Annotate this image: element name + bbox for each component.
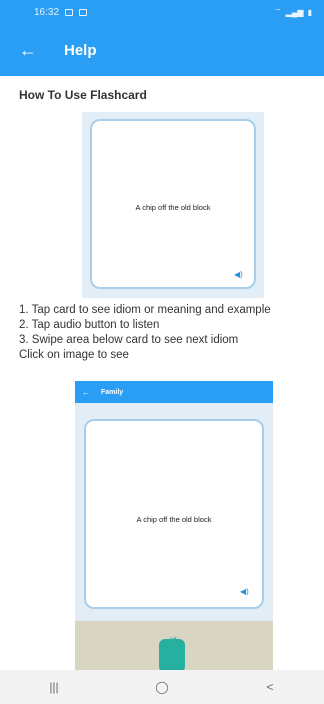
gallery-icon: [65, 8, 74, 16]
status-bar: 16:32 ⌔ ▂▄▆ ▮: [0, 0, 324, 24]
demo-title: Family: [101, 388, 124, 396]
nav-back-button[interactable]: <: [230, 680, 310, 694]
arrow-left-icon: ←: [82, 387, 90, 397]
swipe-hand-icon: [159, 639, 185, 670]
help-content[interactable]: How To Use Flashcard A chip off the old …: [0, 76, 324, 670]
message-icon: [79, 8, 88, 16]
instruction-item: 2. Tap audio button to listen: [19, 319, 160, 331]
swipe-area: →: [75, 621, 273, 670]
recent-apps-icon: |||: [49, 680, 59, 694]
arrow-left-icon: ←: [19, 39, 37, 60]
recent-apps-button[interactable]: |||: [14, 680, 94, 694]
status-time: 16:32: [34, 6, 60, 18]
demo-flashcard: A chip off the old block ◀): [84, 419, 264, 609]
help-heading: How To Use Flashcard: [19, 88, 147, 102]
flashcard-text: A chip off the old block: [135, 203, 211, 212]
back-button[interactable]: ←: [0, 24, 56, 76]
back-icon: <: [266, 680, 274, 694]
instruction-item: 1. Tap card to see idiom or meaning and …: [19, 304, 271, 316]
speaker-icon: ◀): [234, 270, 243, 279]
flashcard-preview-image: A chip off the old block ◀): [82, 112, 264, 298]
demo-flashcard-text: A chip off the old block: [136, 515, 212, 524]
signal-icon: ▂▄▆: [285, 7, 304, 17]
demo-app-bar: ← Family: [75, 381, 273, 403]
home-button[interactable]: ◯: [122, 680, 202, 694]
wifi-icon: ⌔: [274, 7, 282, 16]
speaker-icon: ◀): [240, 587, 249, 596]
home-icon: ◯: [155, 680, 169, 694]
instructions: 1. Tap card to see idiom or meaning and …: [19, 303, 271, 363]
page-title: Help: [64, 41, 97, 59]
status-left: 16:32: [34, 6, 88, 18]
system-nav-bar: ||| ◯ <: [0, 670, 324, 704]
status-icons: ⌔ ▂▄▆ ▮: [274, 7, 312, 17]
flashcard-demo-image[interactable]: ← Family A chip off the old block ◀) →: [75, 381, 273, 670]
battery-icon: ▮: [307, 7, 312, 17]
app-bar: ← Help: [0, 24, 324, 76]
instruction-item: Click on image to see: [19, 349, 129, 361]
flashcard-preview: A chip off the old block ◀): [90, 119, 256, 289]
instruction-item: 3. Swipe area below card to see next idi…: [19, 334, 239, 346]
